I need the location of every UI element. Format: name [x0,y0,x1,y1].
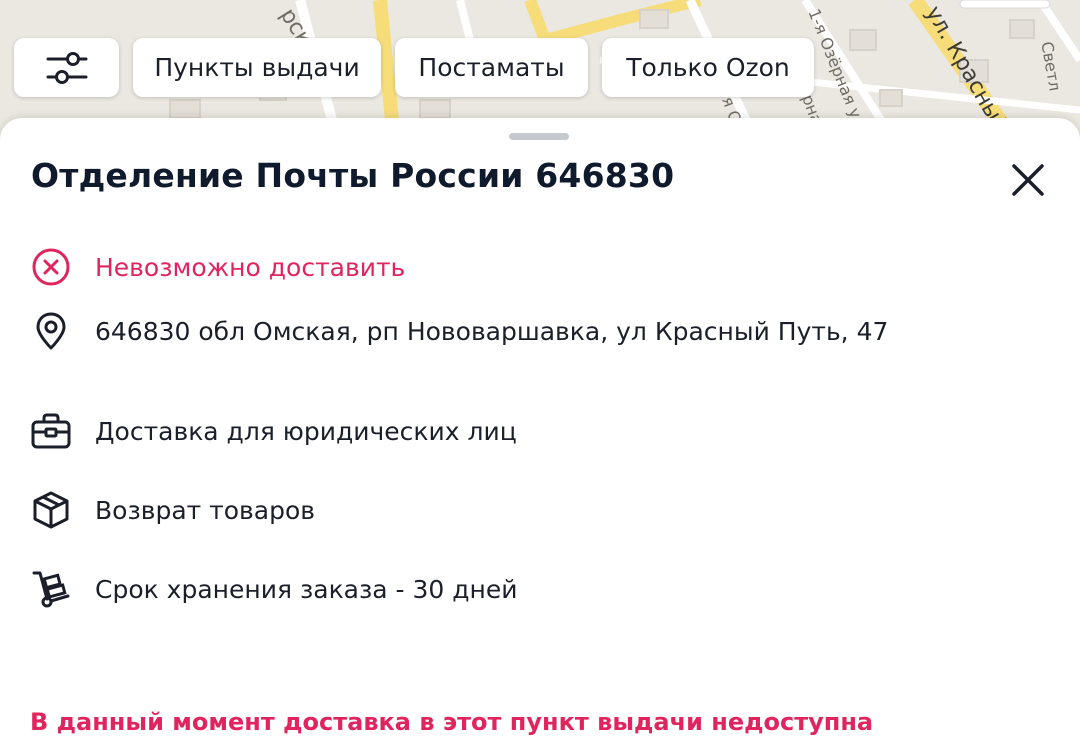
delivery-status-text: Невозможно доставить [95,252,406,282]
hand-truck-icon [30,568,72,610]
feature-text: Возврат товаров [95,495,315,525]
delivery-status-row: Невозможно доставить [30,246,405,288]
location-pin-icon [30,310,72,352]
close-button[interactable] [1006,158,1050,202]
sliders-icon [46,51,87,84]
filter-settings-button[interactable] [14,38,119,97]
briefcase-icon [30,410,72,452]
feature-text: Доставка для юридических лиц [95,416,517,446]
drag-handle[interactable] [509,133,569,140]
feature-row: Доставка для юридических лиц [30,410,517,452]
pickup-point-sheet: Отделение Почты России 646830 Невозможно… [0,118,1080,756]
pickup-point-title: Отделение Почты России 646830 [31,156,675,195]
feature-text: Срок хранения заказа - 30 дней [95,574,518,604]
filter-chip-parcel-lockers[interactable]: Постаматы [395,38,588,97]
feature-row: Срок хранения заказа - 30 дней [30,568,518,610]
feature-row: Возврат товаров [30,489,315,531]
cancel-circle-icon [30,246,72,288]
unavailable-notice: В данный момент доставка в этот пункт вы… [30,708,874,736]
filter-chip-pickup-points[interactable]: Пункты выдачи [133,38,381,97]
box-icon [30,489,72,531]
address-row: 646830 обл Омская, рп Нововаршавка, ул К… [30,310,888,352]
filter-chip-ozon-only[interactable]: Только Ozon [602,38,814,97]
filter-bar: Пункты выдачи Постаматы Только Ozon [14,38,814,97]
address-text: 646830 обл Омская, рп Нововаршавка, ул К… [95,316,889,346]
close-icon [1012,164,1044,196]
pickup-point-screen: рская 1-я Озёрная ул ул. Красный П Светл… [0,0,1080,756]
